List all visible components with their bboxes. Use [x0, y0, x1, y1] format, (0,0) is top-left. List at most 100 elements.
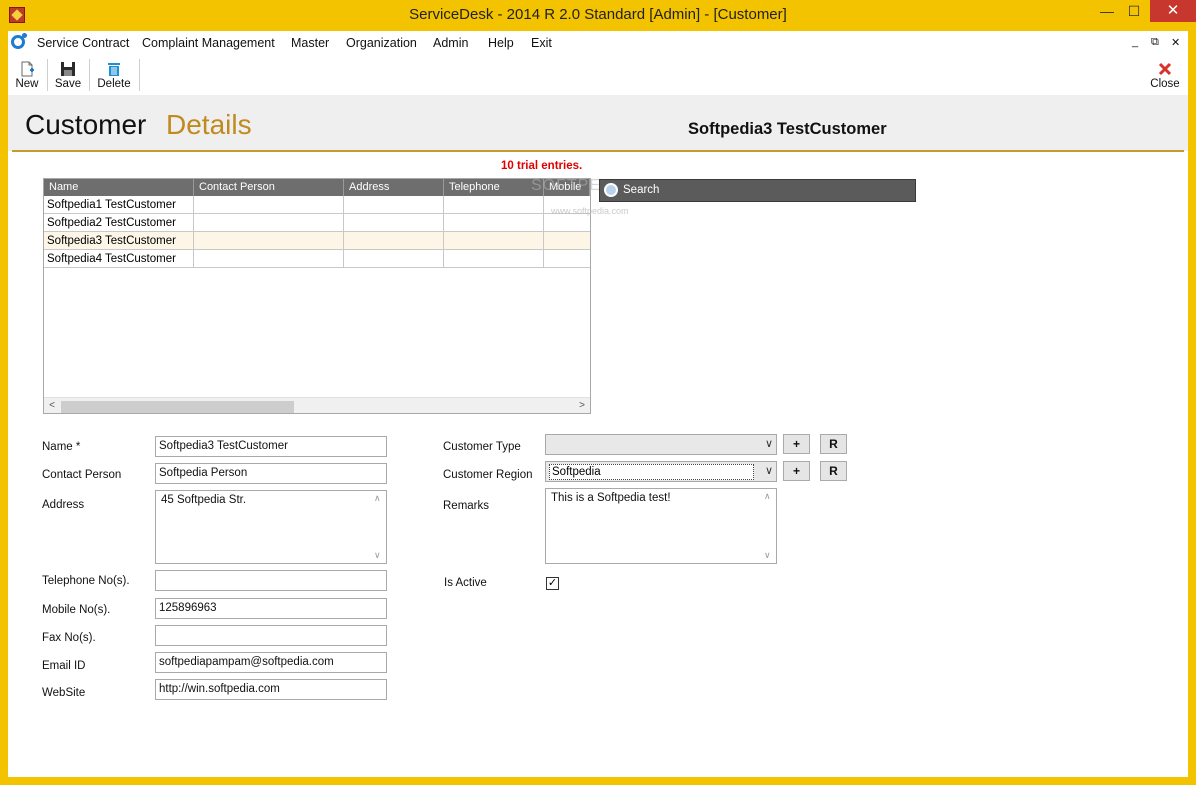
- fax-label: Fax No(s).: [42, 632, 96, 644]
- column-header-telephone[interactable]: Telephone: [444, 179, 544, 196]
- save-label: Save: [54, 78, 82, 90]
- add-customer-region-button[interactable]: +: [783, 461, 810, 481]
- address-scrollbar[interactable]: ∧ ∨: [371, 491, 386, 563]
- address-label: Address: [42, 499, 85, 511]
- toolbar-separator: [139, 59, 140, 91]
- address-text: 45 Softpedia Str.: [161, 494, 247, 506]
- scroll-down-icon[interactable]: ∨: [764, 550, 771, 561]
- cell-telephone: [444, 250, 544, 268]
- scroll-up-icon[interactable]: ∧: [374, 493, 381, 504]
- contact-person-field[interactable]: Softpedia Person: [155, 463, 387, 484]
- refresh-customer-type-button[interactable]: R: [820, 434, 847, 454]
- delete-button[interactable]: Delete: [94, 59, 134, 93]
- email-label: Email ID: [42, 660, 86, 672]
- client-area: Service Contract Complaint Management Ma…: [8, 31, 1188, 777]
- new-button[interactable]: New: [12, 59, 42, 93]
- menu-admin[interactable]: Admin: [433, 36, 468, 50]
- menu-exit[interactable]: Exit: [531, 36, 552, 50]
- cell-address: [344, 232, 444, 250]
- telephone-field[interactable]: [155, 570, 387, 591]
- search-placeholder: Search: [623, 184, 660, 196]
- maximize-button[interactable]: ☐: [1121, 0, 1147, 22]
- chevron-down-icon[interactable]: ∨: [765, 435, 773, 454]
- table-row-selected[interactable]: Softpedia3 TestCustomer: [44, 232, 590, 250]
- column-header-name[interactable]: Name: [44, 179, 194, 196]
- search-icon: [604, 183, 618, 197]
- add-customer-type-button[interactable]: +: [783, 434, 810, 454]
- mdi-close-button[interactable]: ✕: [1171, 36, 1180, 49]
- grid-header: Name Contact Person Address Telephone Mo…: [44, 179, 590, 196]
- scroll-left-icon[interactable]: <: [44, 398, 60, 413]
- save-button[interactable]: Save: [52, 59, 84, 93]
- toolbar-separator: [47, 59, 48, 91]
- close-button[interactable]: Close: [1147, 59, 1183, 93]
- scrollbar-thumb[interactable]: [61, 401, 294, 413]
- name-field[interactable]: Softpedia3 TestCustomer: [155, 436, 387, 457]
- customer-region-label: Customer Region: [443, 469, 533, 481]
- remarks-scrollbar[interactable]: ∧ ∨: [761, 489, 776, 563]
- column-header-contact[interactable]: Contact Person: [194, 179, 344, 196]
- trash-icon: [108, 63, 120, 76]
- cell-contact: [194, 214, 344, 232]
- column-header-address[interactable]: Address: [344, 179, 444, 196]
- website-field[interactable]: http://win.softpedia.com: [155, 679, 387, 700]
- chevron-down-icon[interactable]: ∨: [765, 462, 773, 481]
- customer-grid[interactable]: Name Contact Person Address Telephone Mo…: [43, 178, 591, 414]
- watermark-url: www.softpedia.com: [551, 206, 629, 216]
- title-bar[interactable]: ServiceDesk - 2014 R 2.0 Standard [Admin…: [0, 0, 1196, 31]
- cell-name: Softpedia1 TestCustomer: [44, 196, 194, 214]
- customer-region-select[interactable]: Softpedia ∨: [545, 461, 777, 482]
- scroll-down-icon[interactable]: ∨: [374, 550, 381, 561]
- remarks-label: Remarks: [443, 500, 490, 512]
- cell-name: Softpedia2 TestCustomer: [44, 214, 194, 232]
- trial-notice: 10 trial entries.: [501, 160, 583, 172]
- email-field[interactable]: softpediapampam@softpedia.com: [155, 652, 387, 673]
- page-header: Customer Details Softpedia3 TestCustomer: [8, 95, 1188, 152]
- is-active-label: Is Active: [444, 577, 487, 589]
- cell-mobile: [544, 250, 590, 268]
- table-row[interactable]: Softpedia4 TestCustomer: [44, 250, 590, 268]
- mdi-minimize-button[interactable]: _: [1132, 36, 1138, 48]
- remarks-text: This is a Softpedia test!: [551, 492, 671, 504]
- scroll-up-icon[interactable]: ∧: [764, 491, 771, 502]
- menu-organization[interactable]: Organization: [346, 36, 417, 50]
- refresh-customer-region-button[interactable]: R: [820, 461, 847, 481]
- mdi-restore-button[interactable]: ⧉: [1151, 36, 1159, 49]
- menu-service-contract[interactable]: Service Contract: [37, 36, 129, 50]
- cell-telephone: [444, 232, 544, 250]
- close-label: Close: [1150, 78, 1180, 90]
- customer-region-value: Softpedia: [549, 464, 754, 480]
- address-textarea[interactable]: 45 Softpedia Str. ∧ ∨: [155, 490, 387, 564]
- cell-contact: [194, 196, 344, 214]
- name-label: Name *: [42, 441, 81, 453]
- window-title: ServiceDesk - 2014 R 2.0 Standard [Admin…: [409, 6, 787, 23]
- scroll-right-icon[interactable]: >: [574, 398, 590, 413]
- minimize-button[interactable]: —: [1094, 0, 1120, 22]
- menu-complaint-management[interactable]: Complaint Management: [142, 36, 275, 50]
- remarks-textarea[interactable]: This is a Softpedia test! ∧ ∨: [545, 488, 777, 564]
- is-active-checkbox[interactable]: ✓: [546, 577, 559, 590]
- table-row[interactable]: Softpedia1 TestCustomer: [44, 196, 590, 214]
- app-logo-icon[interactable]: [11, 33, 27, 49]
- grid-horizontal-scrollbar[interactable]: < >: [44, 397, 590, 413]
- table-row[interactable]: Softpedia2 TestCustomer: [44, 214, 590, 232]
- cell-name: Softpedia4 TestCustomer: [44, 250, 194, 268]
- cell-name: Softpedia3 TestCustomer: [44, 232, 194, 250]
- contact-person-label: Contact Person: [42, 469, 122, 481]
- close-x-icon: [1158, 62, 1172, 76]
- mobile-label: Mobile No(s).: [42, 604, 111, 616]
- new-label: New: [15, 78, 39, 90]
- cell-address: [344, 196, 444, 214]
- search-box[interactable]: Search: [599, 179, 916, 202]
- new-document-icon: [21, 61, 34, 77]
- close-window-button[interactable]: ✕: [1150, 0, 1196, 22]
- menu-help[interactable]: Help: [488, 36, 514, 50]
- app-window: ServiceDesk - 2014 R 2.0 Standard [Admin…: [0, 0, 1196, 785]
- menu-master[interactable]: Master: [291, 36, 329, 50]
- cell-telephone: [444, 214, 544, 232]
- cell-address: [344, 214, 444, 232]
- customer-type-select[interactable]: ∨: [545, 434, 777, 455]
- fax-field[interactable]: [155, 625, 387, 646]
- header-divider: [12, 150, 1184, 152]
- mobile-field[interactable]: 125896963: [155, 598, 387, 619]
